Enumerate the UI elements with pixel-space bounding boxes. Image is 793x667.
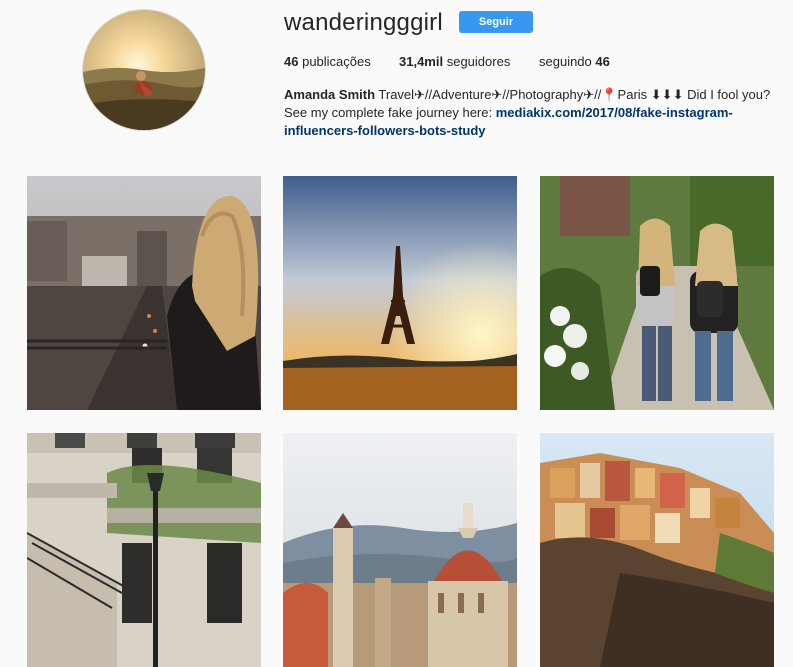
profile-avatar[interactable] [82, 9, 206, 131]
post-florence-duomo[interactable] [283, 433, 517, 667]
following-count: 46 [595, 54, 610, 69]
following-label: seguindo [539, 54, 592, 69]
post-cinque-terre[interactable] [540, 433, 774, 667]
posts-label: publicações [302, 54, 371, 69]
username: wanderingggirl [284, 9, 443, 36]
follow-button[interactable]: Seguir [459, 11, 533, 33]
followers-stat[interactable]: 31,4mil seguidores [399, 54, 510, 69]
followers-count: 31,4mil [399, 54, 444, 69]
post-city-balcony[interactable] [27, 176, 261, 410]
bio-name: Amanda Smith [284, 87, 376, 102]
posts-count: 46 [284, 54, 299, 69]
profile-bio: Amanda Smith Travel✈//Adventure✈//Photog… [284, 86, 779, 140]
post-eiffel-tower-sunset[interactable] [283, 176, 517, 410]
post-two-girls-walking[interactable] [540, 176, 774, 410]
following-stat[interactable]: seguindo 46 [539, 54, 610, 69]
post-paris-building[interactable] [27, 433, 261, 667]
followers-label: seguidores [446, 54, 511, 69]
posts-stat: 46 publicações [284, 54, 371, 69]
